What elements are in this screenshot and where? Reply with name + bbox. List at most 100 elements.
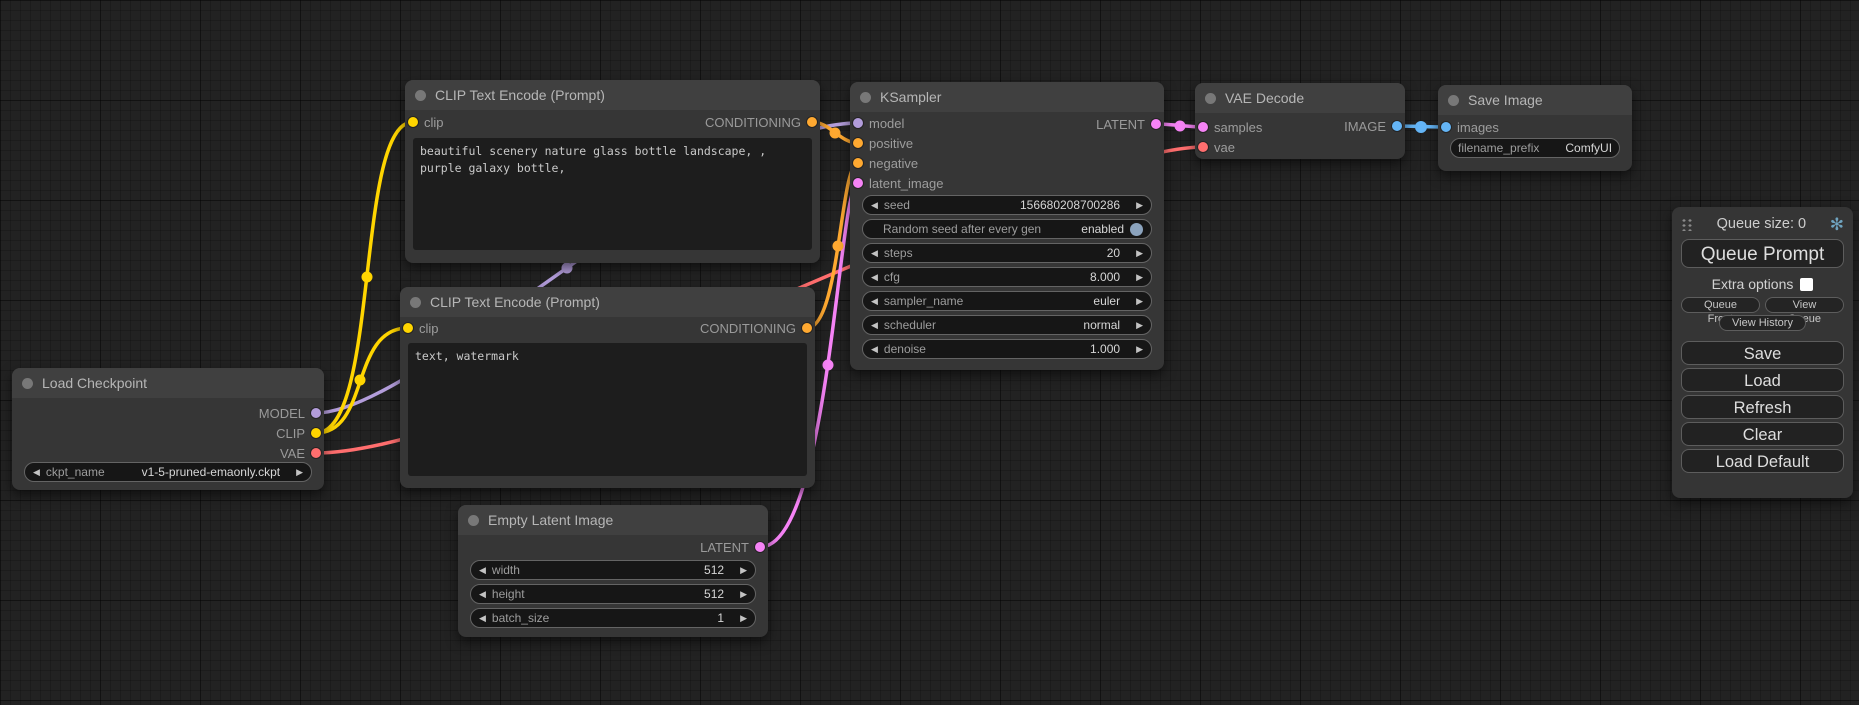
node-titlebar[interactable]: KSampler [850, 82, 1164, 112]
output-slot-latent[interactable]: LATENT [700, 537, 765, 557]
width-widget[interactable]: ◀ width 512 ▶ [470, 560, 756, 580]
clear-button[interactable]: Clear [1681, 422, 1844, 446]
increment-arrow-icon[interactable]: ▶ [1136, 345, 1143, 354]
node-clip-text-encode-negative[interactable]: CLIP Text Encode (Prompt) clip CONDITION… [400, 287, 815, 488]
view-history-button[interactable]: View History [1719, 315, 1806, 331]
decrement-arrow-icon[interactable]: ◀ [33, 468, 40, 477]
random-seed-toggle-widget[interactable]: Random seed after every gen enabled [862, 219, 1152, 239]
scheduler-widget[interactable]: ◀ scheduler normal ▶ [862, 315, 1152, 335]
refresh-button[interactable]: Refresh [1681, 395, 1844, 419]
node-graph-canvas[interactable]: Load Checkpoint MODEL CLIP VAE ◀ ckpt_na… [0, 0, 1859, 705]
collapse-dot-icon[interactable] [415, 90, 426, 101]
conditioning-slot-icon[interactable] [802, 323, 812, 333]
decrement-arrow-icon[interactable]: ◀ [871, 297, 878, 306]
collapse-dot-icon[interactable] [410, 297, 421, 308]
output-slot-latent[interactable]: LATENT [1096, 114, 1161, 134]
increment-arrow-icon[interactable]: ▶ [1136, 297, 1143, 306]
widget-value[interactable]: 8.000 [1090, 270, 1120, 284]
increment-arrow-icon[interactable]: ▶ [740, 614, 747, 623]
latent-slot-icon[interactable] [755, 542, 765, 552]
increment-arrow-icon[interactable]: ▶ [740, 566, 747, 575]
extra-options-checkbox[interactable] [1800, 278, 1813, 291]
widget-value[interactable]: 156680208700286 [1020, 198, 1120, 212]
widget-value[interactable]: euler [1093, 294, 1120, 308]
increment-arrow-icon[interactable]: ▶ [1136, 321, 1143, 330]
view-queue-button[interactable]: View Queue [1765, 297, 1844, 313]
ckpt-name-widget[interactable]: ◀ ckpt_name v1-5-pruned-emaonly.ckpt ▶ [24, 462, 312, 482]
latent-slot-icon[interactable] [1151, 119, 1161, 129]
collapse-dot-icon[interactable] [468, 515, 479, 526]
input-slot-samples[interactable]: samples [1198, 117, 1262, 137]
conditioning-slot-icon[interactable] [807, 117, 817, 127]
widget-value[interactable]: 512 [704, 587, 724, 601]
decrement-arrow-icon[interactable]: ◀ [871, 249, 878, 258]
save-button[interactable]: Save [1681, 341, 1844, 365]
seed-widget[interactable]: ◀ seed 156680208700286 ▶ [862, 195, 1152, 215]
clip-slot-icon[interactable] [311, 428, 321, 438]
node-titlebar[interactable]: CLIP Text Encode (Prompt) [405, 80, 820, 110]
clip-slot-icon[interactable] [403, 323, 413, 333]
cfg-widget[interactable]: ◀ cfg 8.000 ▶ [862, 267, 1152, 287]
queue-prompt-button[interactable]: Queue Prompt [1681, 239, 1844, 268]
node-ksampler[interactable]: KSampler model positive negative latent_… [850, 82, 1164, 370]
model-slot-icon[interactable] [311, 408, 321, 418]
clip-slot-icon[interactable] [408, 117, 418, 127]
image-slot-icon[interactable] [1392, 121, 1402, 131]
output-slot-clip[interactable]: CLIP [276, 423, 321, 443]
decrement-arrow-icon[interactable]: ◀ [871, 321, 878, 330]
denoise-widget[interactable]: ◀ denoise 1.000 ▶ [862, 339, 1152, 359]
input-slot-model[interactable]: model [853, 113, 904, 133]
conditioning-slot-icon[interactable] [853, 158, 863, 168]
toggle-icon[interactable] [1130, 223, 1143, 236]
widget-value[interactable]: 1.000 [1090, 342, 1120, 356]
steps-widget[interactable]: ◀ steps 20 ▶ [862, 243, 1152, 263]
model-slot-icon[interactable] [853, 118, 863, 128]
output-slot-model[interactable]: MODEL [259, 403, 321, 423]
image-slot-icon[interactable] [1441, 122, 1451, 132]
latent-slot-icon[interactable] [853, 178, 863, 188]
collapse-dot-icon[interactable] [22, 378, 33, 389]
latent-slot-icon[interactable] [1198, 122, 1208, 132]
widget-value[interactable]: ComfyUI [1565, 141, 1612, 155]
sampler-name-widget[interactable]: ◀ sampler_name euler ▶ [862, 291, 1152, 311]
increment-arrow-icon[interactable]: ▶ [740, 590, 747, 599]
negative-prompt-textarea[interactable]: text, watermark [408, 343, 807, 476]
node-empty-latent-image[interactable]: Empty Latent Image LATENT ◀ width 512 ▶ … [458, 505, 768, 637]
positive-prompt-textarea[interactable]: beautiful scenery nature glass bottle la… [413, 138, 812, 250]
node-load-checkpoint[interactable]: Load Checkpoint MODEL CLIP VAE ◀ ckpt_na… [12, 368, 324, 490]
output-slot-conditioning[interactable]: CONDITIONING [705, 112, 817, 132]
collapse-dot-icon[interactable] [1448, 95, 1459, 106]
increment-arrow-icon[interactable]: ▶ [1136, 249, 1143, 258]
output-slot-vae[interactable]: VAE [280, 443, 321, 463]
decrement-arrow-icon[interactable]: ◀ [871, 345, 878, 354]
node-clip-text-encode-positive[interactable]: CLIP Text Encode (Prompt) clip CONDITION… [405, 80, 820, 263]
vae-slot-icon[interactable] [1198, 142, 1208, 152]
decrement-arrow-icon[interactable]: ◀ [871, 273, 878, 282]
batch-size-widget[interactable]: ◀ batch_size 1 ▶ [470, 608, 756, 628]
load-button[interactable]: Load [1681, 368, 1844, 392]
node-titlebar[interactable]: Load Checkpoint [12, 368, 324, 398]
input-slot-vae[interactable]: vae [1198, 137, 1235, 157]
node-titlebar[interactable]: CLIP Text Encode (Prompt) [400, 287, 815, 317]
height-widget[interactable]: ◀ height 512 ▶ [470, 584, 756, 604]
input-slot-positive[interactable]: positive [853, 133, 913, 153]
vae-slot-icon[interactable] [311, 448, 321, 458]
settings-gear-icon[interactable]: ✻ [1830, 216, 1844, 233]
node-titlebar[interactable]: Save Image [1438, 85, 1632, 115]
decrement-arrow-icon[interactable]: ◀ [479, 590, 486, 599]
filename-prefix-widget[interactable]: filename_prefix ComfyUI [1450, 138, 1620, 158]
increment-arrow-icon[interactable]: ▶ [1136, 273, 1143, 282]
decrement-arrow-icon[interactable]: ◀ [479, 614, 486, 623]
input-slot-latent-image[interactable]: latent_image [853, 173, 943, 193]
drag-handle-icon[interactable] [1681, 217, 1693, 231]
node-vae-decode[interactable]: VAE Decode samples vae IMAGE [1195, 83, 1405, 159]
output-slot-conditioning[interactable]: CONDITIONING [700, 318, 812, 338]
decrement-arrow-icon[interactable]: ◀ [479, 566, 486, 575]
input-slot-clip[interactable]: clip [403, 318, 439, 338]
input-slot-clip[interactable]: clip [408, 112, 444, 132]
node-save-image[interactable]: Save Image images filename_prefix ComfyU… [1438, 85, 1632, 171]
load-default-button[interactable]: Load Default [1681, 449, 1844, 473]
increment-arrow-icon[interactable]: ▶ [296, 468, 303, 477]
node-titlebar[interactable]: Empty Latent Image [458, 505, 768, 535]
queue-front-button[interactable]: Queue Front [1681, 297, 1760, 313]
